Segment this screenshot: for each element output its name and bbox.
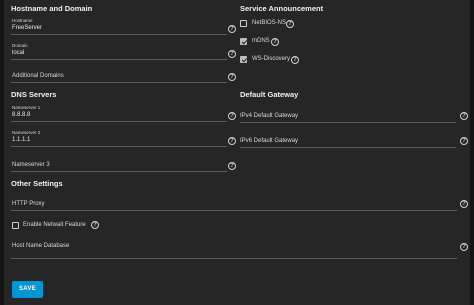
mdns-checkbox[interactable] (240, 38, 247, 45)
nameserver2-help-icon[interactable]: ? (228, 137, 236, 145)
nameserver3-help-icon[interactable]: ? (228, 162, 236, 170)
ipv4-gateway-help-icon[interactable]: ? (460, 112, 468, 120)
hostname-underline (11, 34, 227, 35)
http-proxy-underline (11, 210, 457, 211)
host-name-database-input[interactable]: Host Name Database (12, 243, 69, 249)
domain-label: Domain (12, 43, 28, 48)
netbios-checkbox[interactable] (240, 20, 247, 27)
ipv4-gateway-input[interactable]: IPv4 Default Gateway (240, 113, 298, 119)
netwait-help-icon[interactable]: ? (91, 221, 99, 229)
http-proxy-input[interactable]: HTTP Proxy (12, 201, 45, 207)
section-title-other-settings: Other Settings (11, 179, 63, 188)
nameserver1-underline (11, 121, 227, 122)
ws-discovery-label: WS-Discovery (252, 56, 291, 62)
nameserver2-label: Nameserver 2 (12, 130, 41, 135)
nameserver2-underline (11, 146, 227, 147)
netbios-help-icon[interactable]: ? (286, 20, 294, 28)
ipv6-gateway-help-icon[interactable]: ? (460, 137, 468, 145)
section-title-hostname-domain: Hostname and Domain (11, 4, 93, 13)
hostname-input[interactable]: FreeServer (12, 25, 42, 31)
ws-discovery-help-icon[interactable]: ? (291, 56, 299, 64)
domain-underline (11, 59, 227, 60)
host-name-database-underline (11, 258, 457, 259)
netbios-label: NetBIOS-NS (252, 20, 287, 26)
ws-discovery-checkbox[interactable] (240, 56, 247, 63)
domain-input[interactable]: local (12, 50, 24, 56)
additional-domains-underline (11, 82, 227, 83)
section-title-dns-servers: DNS Servers (11, 90, 57, 99)
http-proxy-help-icon[interactable]: ? (460, 200, 468, 208)
nameserver1-input[interactable]: 8.8.8.8 (12, 112, 30, 118)
nameserver1-help-icon[interactable]: ? (228, 112, 236, 120)
ipv6-gateway-input[interactable]: IPv6 Default Gateway (240, 138, 298, 144)
mdns-label: mDNS (252, 38, 270, 44)
save-button[interactable]: SAVE (12, 281, 43, 298)
nameserver1-label: Nameserver 1 (12, 105, 41, 110)
section-title-default-gateway: Default Gateway (240, 90, 299, 99)
nameserver3-underline (11, 171, 227, 172)
mdns-help-icon[interactable]: ? (271, 38, 279, 46)
section-title-service-announcement: Service Announcement (240, 4, 324, 13)
hostname-label: Hostname (12, 18, 33, 23)
additional-domains-input[interactable]: Additional Domains (12, 73, 64, 79)
network-settings-panel: Hostname and Domain Hostname FreeServer … (4, 0, 470, 305)
netwait-checkbox[interactable] (12, 222, 19, 229)
ipv6-gateway-underline (240, 147, 456, 148)
hostname-help-icon[interactable]: ? (228, 25, 236, 33)
domain-help-icon[interactable]: ? (228, 50, 236, 58)
ipv4-gateway-underline (240, 122, 456, 123)
additional-domains-help-icon[interactable]: ? (228, 73, 236, 81)
netwait-label: Enable Netwait Feature (23, 222, 86, 228)
host-name-database-help-icon[interactable]: ? (460, 243, 468, 251)
nameserver2-input[interactable]: 1.1.1.1 (12, 137, 30, 143)
nameserver3-input[interactable]: Nameserver 3 (12, 162, 50, 168)
